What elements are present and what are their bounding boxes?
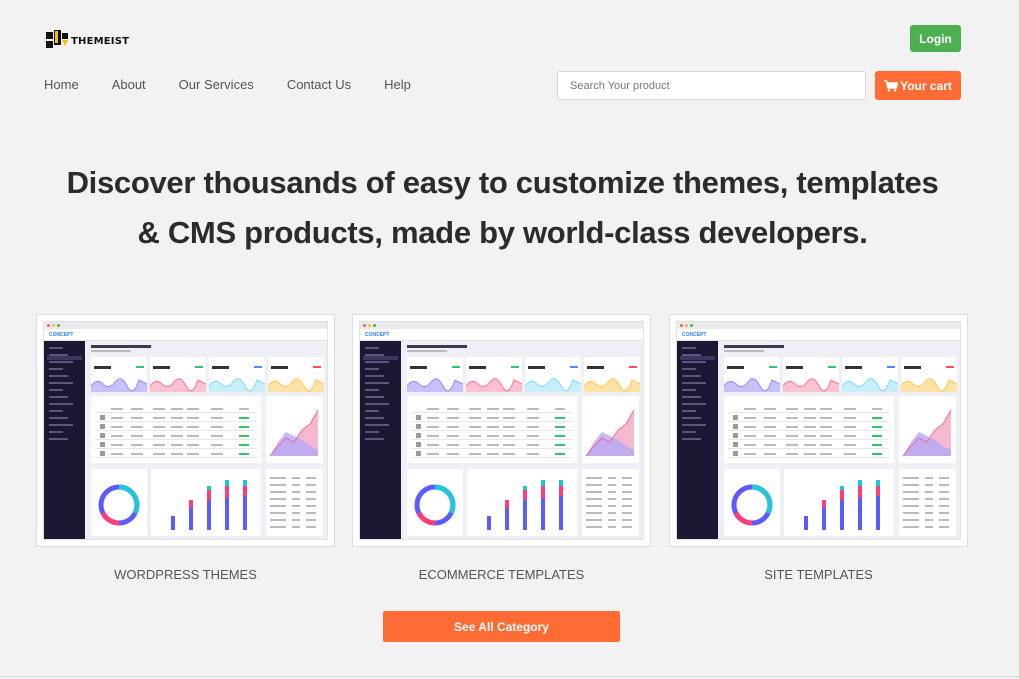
category-card-site-templates[interactable]: CONCEPT [669,314,968,547]
main-nav: Home About Our Services Contact Us Help [44,77,444,92]
hero-heading: Discover thousands of easy to customize … [0,158,1005,258]
category-label-ecommerce[interactable]: ECOMMERCE TEMPLATES [352,567,651,582]
hero-line-1: Discover thousands of easy to customize … [66,165,939,200]
category-label-wordpress[interactable]: WORDPRESS THEMES [36,567,335,582]
hero-line-2: & CMS products, made by world-class deve… [137,215,868,250]
preview-brand: CONCEPT [682,332,707,338]
site-logo[interactable]: THEMEIST [44,27,129,51]
nav-item-our-services[interactable]: Our Services [179,77,254,92]
nav-item-help[interactable]: Help [384,77,411,92]
preview-brand: CONCEPT [49,332,74,338]
nav-item-contact-us[interactable]: Contact Us [287,77,351,92]
logo-icon [44,27,70,51]
nav-item-home[interactable]: Home [44,77,79,92]
cart-button[interactable]: Your cart [875,71,961,100]
search-input[interactable] [557,71,866,100]
dashboard-preview-image: CONCEPT [359,321,644,540]
category-card-ecommerce[interactable]: CONCEPT [352,314,651,547]
dashboard-preview-image: CONCEPT [676,321,961,540]
login-button[interactable]: Login [910,25,961,52]
footer-divider [0,676,1019,677]
dashboard-preview-image: CONCEPT [43,321,328,540]
category-label-site-templates[interactable]: SITE TEMPLATES [669,567,968,582]
see-all-category-button[interactable]: See All Category [383,611,620,642]
nav-item-about[interactable]: About [112,77,146,92]
preview-brand: CONCEPT [365,332,390,338]
category-card-wordpress[interactable]: CONCEPT [36,314,335,547]
cart-icon [884,79,899,92]
logo-text: THEMEIST [71,35,130,47]
cart-label: Your cart [900,78,952,93]
